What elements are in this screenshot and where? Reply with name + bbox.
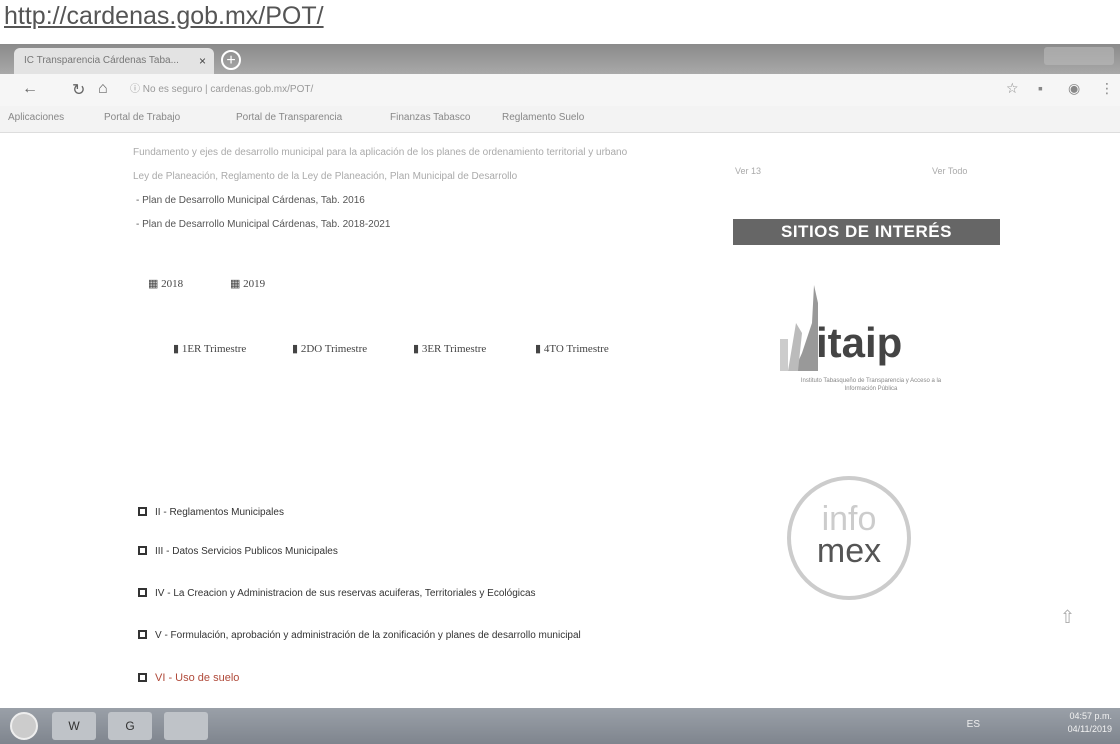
faint-text-line: Fundamento y ejes de desarrollo municipa… (133, 147, 628, 158)
trimester-label: 2DO Trimestre (300, 343, 368, 355)
section-label: V - Formulación, aprobación y administra… (155, 630, 581, 641)
browser-tab-bar: IC Transparencia Cárdenas Taba... × + (0, 44, 1120, 74)
bookmark-item[interactable]: Finanzas Tabasco (390, 112, 470, 123)
plan-link-2018[interactable]: - Plan de Desarrollo Municipal Cárdenas,… (136, 219, 390, 230)
sidebar-faint-link[interactable]: Ver Todo (932, 166, 967, 176)
start-button[interactable] (10, 712, 38, 740)
page-content: Fundamento y ejes de desarrollo municipa… (0, 133, 1120, 708)
year-button-2018[interactable]: ▦ 2018 (148, 277, 183, 290)
extension-icon[interactable]: ▪ (1038, 80, 1043, 96)
itaip-logo-link[interactable]: itaip Instituto Tabasqueño de Transparen… (770, 283, 960, 403)
expand-box-icon (138, 588, 147, 597)
section-label: II - Reglamentos Municipales (155, 507, 284, 518)
menu-icon[interactable]: ⋮ (1100, 80, 1114, 97)
system-clock[interactable]: 04:57 p.m. 04/11/2019 (1068, 710, 1112, 736)
address-bar: ← ↻ ⌂ ⓘ No es seguro | cardenas.gob.mx/P… (0, 74, 1120, 106)
year-label: 2018 (161, 278, 184, 290)
bookmark-item[interactable]: Aplicaciones (8, 112, 64, 123)
year-button-2019[interactable]: ▦ 2019 (230, 277, 265, 290)
calendar-icon: ▦ (148, 278, 159, 290)
clock-date: 04/11/2019 (1067, 724, 1112, 734)
trimester-label: 4TO Trimestre (543, 343, 609, 355)
document-icon: ▮ (535, 343, 542, 355)
section-label: III - Datos Servicios Publicos Municipal… (155, 546, 338, 557)
section-item-reglamentos[interactable]: II - Reglamentos Municipales (138, 507, 284, 518)
section-item-servicios[interactable]: III - Datos Servicios Publicos Municipal… (138, 546, 338, 557)
section-label: IV - La Creacion y Administracion de sus… (155, 588, 536, 599)
bookmark-item[interactable]: Reglamento Suelo (502, 112, 584, 123)
bookmark-item[interactable]: Portal de Transparencia (236, 112, 342, 123)
plan-link-label: Plan de Desarrollo Municipal Cárdenas, T… (142, 195, 365, 206)
window-controls[interactable] (1044, 47, 1114, 65)
document-icon: ▮ (292, 343, 299, 355)
sidebar-faint-link[interactable]: Ver 13 (735, 166, 761, 176)
taskbar-app-other[interactable] (164, 712, 208, 740)
sitios-de-interes-heading: SITIOS DE INTERÉS (733, 219, 1000, 245)
back-icon[interactable]: ← (22, 80, 38, 98)
infomex-logo-link[interactable]: info mex (787, 476, 911, 600)
tab-title: IC Transparencia Cárdenas Taba... (24, 55, 179, 66)
section-item-reservas[interactable]: IV - La Creacion y Administracion de sus… (138, 588, 536, 599)
taskbar-app-word[interactable]: W (52, 712, 96, 740)
os-taskbar: W G ES 04:57 p.m. 04/11/2019 (0, 708, 1120, 744)
calendar-icon: ▦ (230, 278, 241, 290)
clock-time: 04:57 p.m. (1069, 711, 1112, 721)
itaip-logo-text: itaip (816, 319, 903, 366)
home-icon[interactable]: ⌂ (98, 80, 108, 98)
section-label: VI - Uso de suelo (155, 672, 240, 684)
expand-box-icon (138, 673, 147, 682)
plan-link-label: Plan de Desarrollo Municipal Cárdenas, T… (142, 219, 391, 230)
expand-box-icon (138, 630, 147, 639)
language-indicator[interactable]: ES (967, 719, 980, 730)
plan-link-2016[interactable]: - Plan de Desarrollo Municipal Cárdenas,… (136, 195, 365, 206)
profile-icon[interactable]: ◉ (1068, 80, 1080, 97)
scroll-to-top-icon[interactable]: ⇧ (1060, 607, 1075, 628)
trimester-label: 3ER Trimestre (421, 343, 487, 355)
trimester-label: 1ER Trimestre (181, 343, 247, 355)
infomex-logo-bottom: mex (816, 532, 882, 570)
expand-box-icon (138, 507, 147, 516)
browser-tab[interactable]: IC Transparencia Cárdenas Taba... × (14, 48, 214, 74)
bookmark-star-icon[interactable]: ☆ (1006, 80, 1019, 97)
document-icon: ▮ (413, 343, 420, 355)
tab-close-icon[interactable]: × (199, 48, 206, 74)
trimester-link-3[interactable]: ▮ 3ER Trimestre (413, 342, 486, 355)
trimester-link-1[interactable]: ▮ 1ER Trimestre (173, 342, 246, 355)
section-item-zonificacion[interactable]: V - Formulación, aprobación y administra… (138, 630, 581, 641)
year-label: 2019 (243, 278, 266, 290)
document-icon: ▮ (173, 343, 180, 355)
expand-box-icon (138, 546, 147, 555)
itaip-caption: Instituto Tabasqueño de Transparencia y … (800, 378, 942, 392)
url-input[interactable]: ⓘ No es seguro | cardenas.gob.mx/POT/ (130, 80, 313, 95)
section-item-uso-de-suelo[interactable]: VI - Uso de suelo (138, 672, 239, 684)
itaip-logo-icon (780, 285, 818, 371)
trimester-link-4[interactable]: ▮ 4TO Trimestre (535, 342, 609, 355)
reload-icon[interactable]: ↻ (72, 80, 85, 100)
taskbar-app-chrome[interactable]: G (108, 712, 152, 740)
faint-text-line: Ley de Planeación, Reglamento de la Ley … (133, 171, 518, 182)
trimester-link-2[interactable]: ▮ 2DO Trimestre (292, 342, 367, 355)
page-url-header: http://cardenas.gob.mx/POT/ (4, 2, 324, 30)
new-tab-button[interactable]: + (221, 50, 241, 70)
bookmark-item[interactable]: Portal de Trabajo (104, 112, 180, 123)
bookmarks-bar: Aplicaciones Portal de Trabajo Portal de… (0, 106, 1120, 133)
